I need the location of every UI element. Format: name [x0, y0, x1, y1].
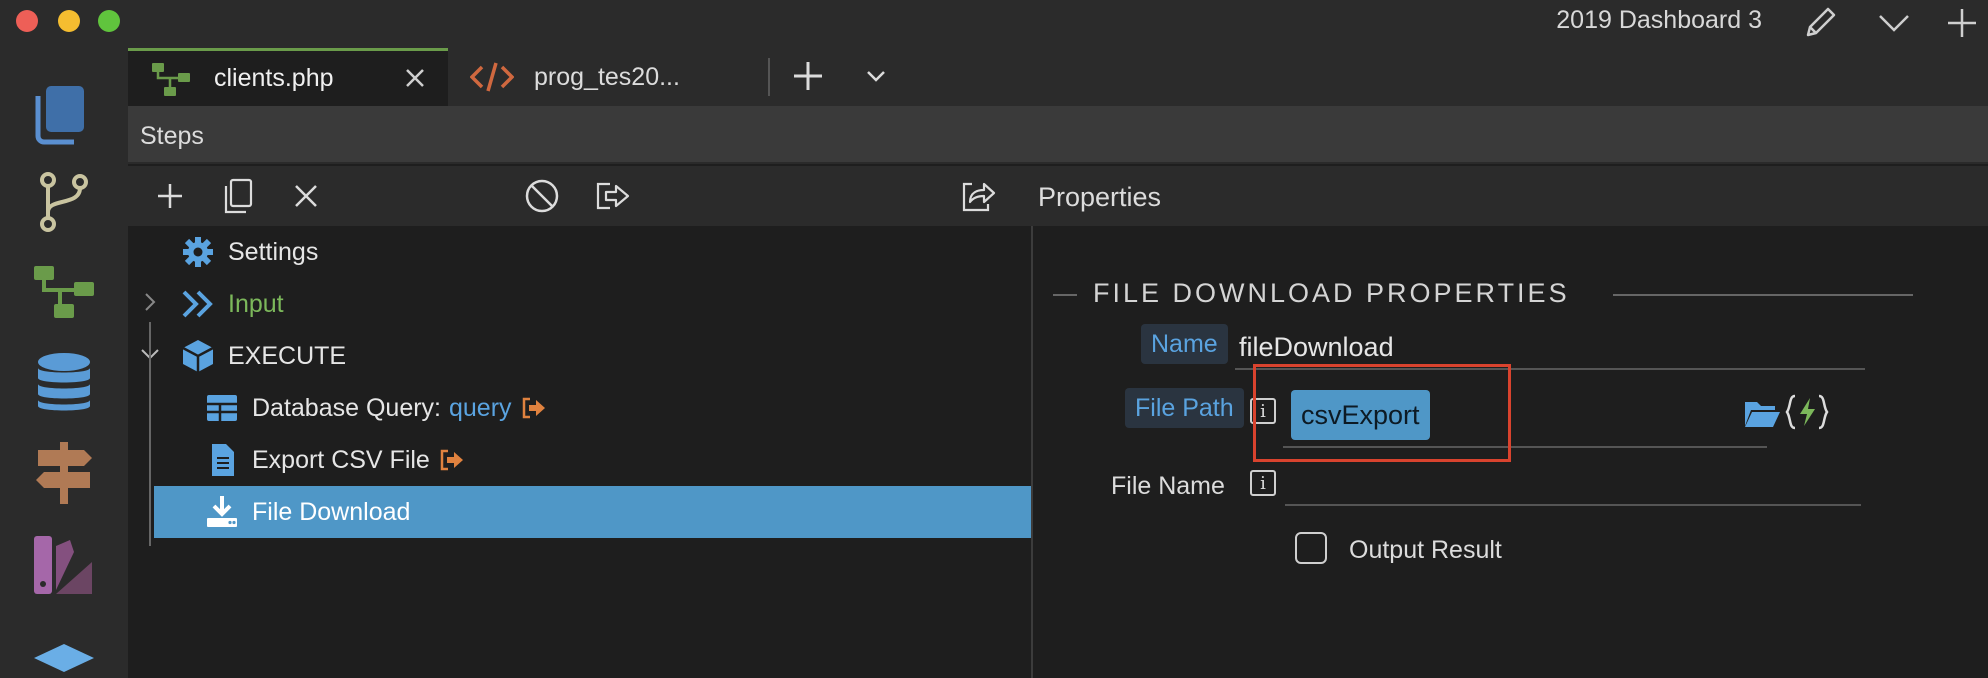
tree-guide-line [149, 322, 151, 546]
output-arrow-icon [520, 395, 548, 421]
close-window-button[interactable] [16, 10, 38, 32]
tree-item-file-download[interactable]: File Download [154, 486, 1031, 538]
name-field[interactable]: fileDownload [1239, 332, 1394, 363]
maximize-window-button[interactable] [98, 10, 120, 32]
code-icon [469, 57, 515, 97]
database-icon[interactable] [30, 348, 98, 416]
steps-header: Steps [128, 106, 1988, 164]
close-icon[interactable] [400, 63, 430, 93]
share-icon[interactable] [958, 176, 998, 216]
tree-item-execute[interactable]: EXECUTE [180, 330, 346, 382]
file-name-underline [1285, 504, 1861, 506]
delete-icon[interactable] [286, 176, 326, 216]
project-title[interactable]: 2019 Dashboard 3 [1556, 6, 1762, 35]
output-result-checkbox[interactable] [1295, 532, 1327, 564]
editor-tab-bar: clients.php prog_tes20... [128, 48, 1988, 106]
gear-icon [180, 234, 216, 270]
tree-item-label: Export CSV File [252, 445, 430, 474]
file-path-label-text: File Path [1125, 388, 1244, 428]
title-bar: 2019 Dashboard 3 [0, 0, 1988, 48]
tab-clients-php[interactable]: clients.php [128, 48, 448, 106]
layers-icon[interactable] [30, 628, 98, 678]
pencil-icon[interactable] [1800, 5, 1840, 41]
tab-label: clients.php [214, 64, 334, 92]
file-path-label: File Path [1125, 388, 1244, 428]
steps-tree: Settings Input EXECUTE Database Query: q… [128, 226, 1031, 678]
git-branch-icon[interactable] [30, 168, 98, 236]
disable-icon[interactable] [522, 176, 562, 216]
double-chevron-right-icon [180, 286, 216, 322]
dynamic-data-picker-icon[interactable] [1785, 392, 1829, 432]
tree-item-database-query[interactable]: Database Query: query [204, 382, 548, 434]
tree-item-label: Settings [228, 237, 319, 266]
tree-item-input[interactable]: Input [180, 278, 284, 330]
steps-toolbar: Properties [128, 166, 1988, 226]
add-project-icon[interactable] [1942, 5, 1982, 41]
table-icon [204, 390, 240, 426]
folder-open-icon[interactable] [1743, 396, 1781, 430]
output-arrow-icon [438, 447, 466, 473]
tab-label: prog_tes20... [534, 62, 680, 91]
output-icon[interactable] [592, 176, 632, 216]
output-result-label: Output Result [1349, 536, 1502, 564]
file-name-label: File Name [1111, 472, 1225, 500]
tree-item-export-csv[interactable]: Export CSV File [204, 434, 466, 486]
chevron-right-icon[interactable] [138, 290, 162, 314]
server-connect-icon[interactable] [30, 258, 98, 326]
query-output-name: query [449, 393, 512, 422]
cube-icon [180, 338, 216, 374]
section-divider [1613, 294, 1913, 296]
tree-item-label: Input [228, 289, 284, 318]
document-icon [204, 442, 240, 478]
info-icon[interactable]: i [1250, 470, 1276, 496]
tab-separator [768, 58, 770, 96]
routing-signpost-icon[interactable] [30, 438, 98, 506]
design-swatches-icon[interactable] [30, 532, 98, 600]
section-title: FILE DOWNLOAD PROPERTIES [1093, 278, 1570, 308]
properties-title: Properties [1038, 182, 1162, 212]
add-tab-icon[interactable] [788, 56, 828, 96]
copy-icon[interactable] [218, 176, 258, 216]
tree-item-label: EXECUTE [228, 341, 347, 370]
name-label: Name [1141, 324, 1228, 364]
highlight-annotation [1253, 364, 1511, 462]
download-icon [204, 494, 240, 530]
tree-item-label: Database Query: [252, 393, 441, 422]
name-label-text: Name [1141, 324, 1228, 364]
tab-prog-tes[interactable]: prog_tes20... [448, 48, 748, 106]
properties-panel: FILE DOWNLOAD PROPERTIES Name fileDownlo… [1033, 226, 1988, 678]
chevron-down-icon[interactable] [1874, 5, 1914, 41]
server-connect-icon [150, 59, 194, 99]
add-step-icon[interactable] [150, 176, 190, 216]
minimize-window-button[interactable] [58, 10, 80, 32]
chevron-down-icon[interactable] [858, 58, 894, 94]
tree-item-settings[interactable]: Settings [180, 226, 318, 278]
section-divider [1053, 294, 1077, 296]
tree-item-label: File Download [252, 497, 411, 526]
activity-rail [0, 48, 128, 678]
steps-title: Steps [140, 122, 204, 150]
files-icon[interactable] [30, 80, 98, 148]
